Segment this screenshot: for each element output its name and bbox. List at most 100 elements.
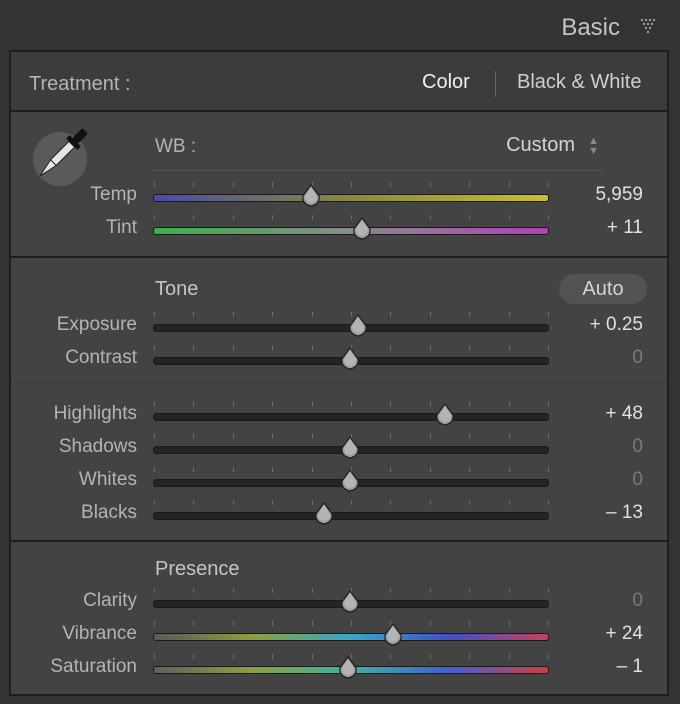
slider-tick — [390, 467, 391, 472]
saturation-value[interactable]: – 1 — [617, 656, 643, 678]
presence-heading: Presence — [155, 558, 240, 580]
treatment-color-option[interactable]: Color — [422, 71, 470, 94]
slider-tick — [193, 312, 194, 317]
slider-tick — [548, 345, 549, 350]
exposure-value[interactable]: + 0.25 — [590, 314, 643, 336]
vibrance-track[interactable] — [153, 633, 549, 641]
exposure-thumb[interactable] — [348, 313, 368, 338]
highlights-track[interactable] — [153, 413, 549, 421]
slider-tick — [509, 467, 510, 472]
slider-tick — [469, 182, 470, 187]
slider-tick — [154, 434, 155, 439]
slider-tick — [430, 345, 431, 350]
slider-tick — [548, 312, 549, 317]
whites-value[interactable]: 0 — [632, 469, 643, 491]
slider-tick — [154, 345, 155, 350]
slider-tick — [154, 467, 155, 472]
tint-row: Tint + 11 — [11, 213, 667, 247]
temp-track[interactable] — [153, 194, 549, 202]
slider-tick — [509, 500, 510, 505]
panel-title: Basic — [561, 14, 620, 41]
highlights-ticks — [153, 401, 549, 407]
contrast-label: Contrast — [65, 347, 137, 368]
slider-tick — [469, 215, 470, 220]
blacks-ticks — [153, 500, 549, 506]
slider-tick — [312, 654, 313, 659]
temp-label: Temp — [90, 184, 137, 205]
wb-preset-select[interactable]: Custom — [506, 134, 575, 157]
slider-tick — [312, 401, 313, 406]
slider-tick — [390, 654, 391, 659]
slider-tick — [193, 467, 194, 472]
saturation-label: Saturation — [50, 656, 137, 677]
eyedropper-icon[interactable] — [29, 126, 89, 188]
saturation-thumb[interactable] — [338, 655, 358, 680]
vibrance-value[interactable]: + 24 — [605, 623, 643, 645]
slider-tick — [469, 312, 470, 317]
slider-tick — [469, 434, 470, 439]
slider-tick — [548, 182, 549, 187]
slider-tick — [390, 182, 391, 187]
triangle-down-icon[interactable] — [640, 18, 658, 39]
contrast-thumb[interactable] — [340, 346, 360, 371]
slider-tick — [430, 500, 431, 505]
slider-tick — [548, 434, 549, 439]
blacks-track[interactable] — [153, 512, 549, 520]
tint-value[interactable]: + 11 — [607, 217, 643, 239]
vibrance-row: Vibrance + 24 — [11, 619, 667, 653]
blacks-thumb[interactable] — [314, 501, 334, 526]
tint-label: Tint — [106, 217, 137, 238]
slider-tick — [548, 654, 549, 659]
treatment-bw-option[interactable]: Black & White — [517, 71, 641, 94]
shadows-value[interactable]: 0 — [632, 436, 643, 458]
blacks-row: Blacks – 13 — [11, 498, 667, 532]
temp-thumb[interactable] — [301, 183, 321, 208]
slider-tick — [469, 345, 470, 350]
shadows-thumb[interactable] — [340, 435, 360, 460]
slider-tick — [390, 312, 391, 317]
slider-tick — [312, 215, 313, 220]
slider-tick — [469, 467, 470, 472]
slider-tick — [233, 182, 234, 187]
slider-tick — [272, 182, 273, 187]
vibrance-thumb[interactable] — [383, 622, 403, 647]
slider-tick — [430, 182, 431, 187]
auto-button[interactable]: Auto — [559, 274, 647, 304]
slider-tick — [193, 654, 194, 659]
slider-tick — [548, 621, 549, 626]
slider-tick — [351, 500, 352, 505]
whites-thumb[interactable] — [340, 468, 360, 493]
clarity-thumb[interactable] — [340, 589, 360, 614]
tint-thumb[interactable] — [352, 216, 372, 241]
panel-header[interactable]: Basic — [0, 0, 680, 50]
shadows-row: Shadows 0 — [11, 432, 667, 466]
wb-updown-icon[interactable]: ▲ ▼ — [588, 136, 599, 157]
slider-tick — [469, 654, 470, 659]
slider-tick — [548, 467, 549, 472]
temp-value[interactable]: 5,959 — [595, 184, 643, 206]
slider-tick — [430, 588, 431, 593]
clarity-value[interactable]: 0 — [632, 590, 643, 612]
highlights-value[interactable]: + 48 — [605, 403, 643, 425]
treatment-separator — [495, 71, 496, 97]
slider-tick — [430, 312, 431, 317]
contrast-value[interactable]: 0 — [632, 347, 643, 369]
slider-tick — [390, 215, 391, 220]
tone-heading: Tone — [155, 278, 199, 300]
basic-panel: Treatment : Color Black & White WB : Cus… — [9, 50, 669, 696]
slider-tick — [469, 401, 470, 406]
slider-tick — [233, 215, 234, 220]
tone-section: Tone Auto Exposure + 0.25 Contrast 0 Hig… — [11, 258, 667, 542]
vibrance-label: Vibrance — [62, 623, 137, 644]
slider-tick — [548, 401, 549, 406]
slider-tick — [351, 621, 352, 626]
wb-label: WB : — [155, 136, 197, 157]
slider-tick — [430, 467, 431, 472]
slider-tick — [509, 621, 510, 626]
slider-tick — [390, 500, 391, 505]
blacks-value[interactable]: – 13 — [606, 502, 643, 524]
highlights-thumb[interactable] — [435, 402, 455, 427]
slider-tick — [509, 312, 510, 317]
slider-tick — [272, 434, 273, 439]
clarity-row: Clarity 0 — [11, 586, 667, 620]
